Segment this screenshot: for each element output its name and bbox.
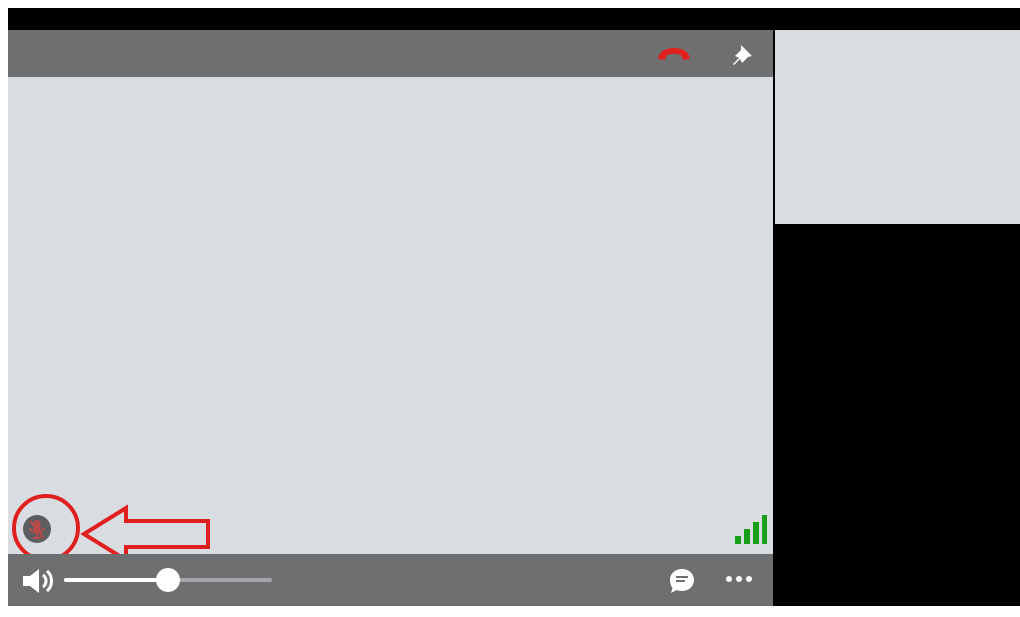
speaker-icon[interactable] [20,566,56,596]
pin-icon[interactable] [731,42,755,68]
bottom-toolbar [8,554,773,606]
volume-slider-thumb[interactable] [156,568,180,592]
volume-slider[interactable] [64,568,272,592]
chat-bubble-icon[interactable] [668,567,696,595]
self-view-thumbnail[interactable] [775,30,1020,224]
top-toolbar [8,30,773,77]
signal-strength-icon [733,514,767,546]
more-options-icon[interactable] [724,574,756,584]
volume-slider-fill [64,578,168,582]
phone-hangup-icon[interactable] [655,44,693,64]
main-video-panel [8,30,773,606]
